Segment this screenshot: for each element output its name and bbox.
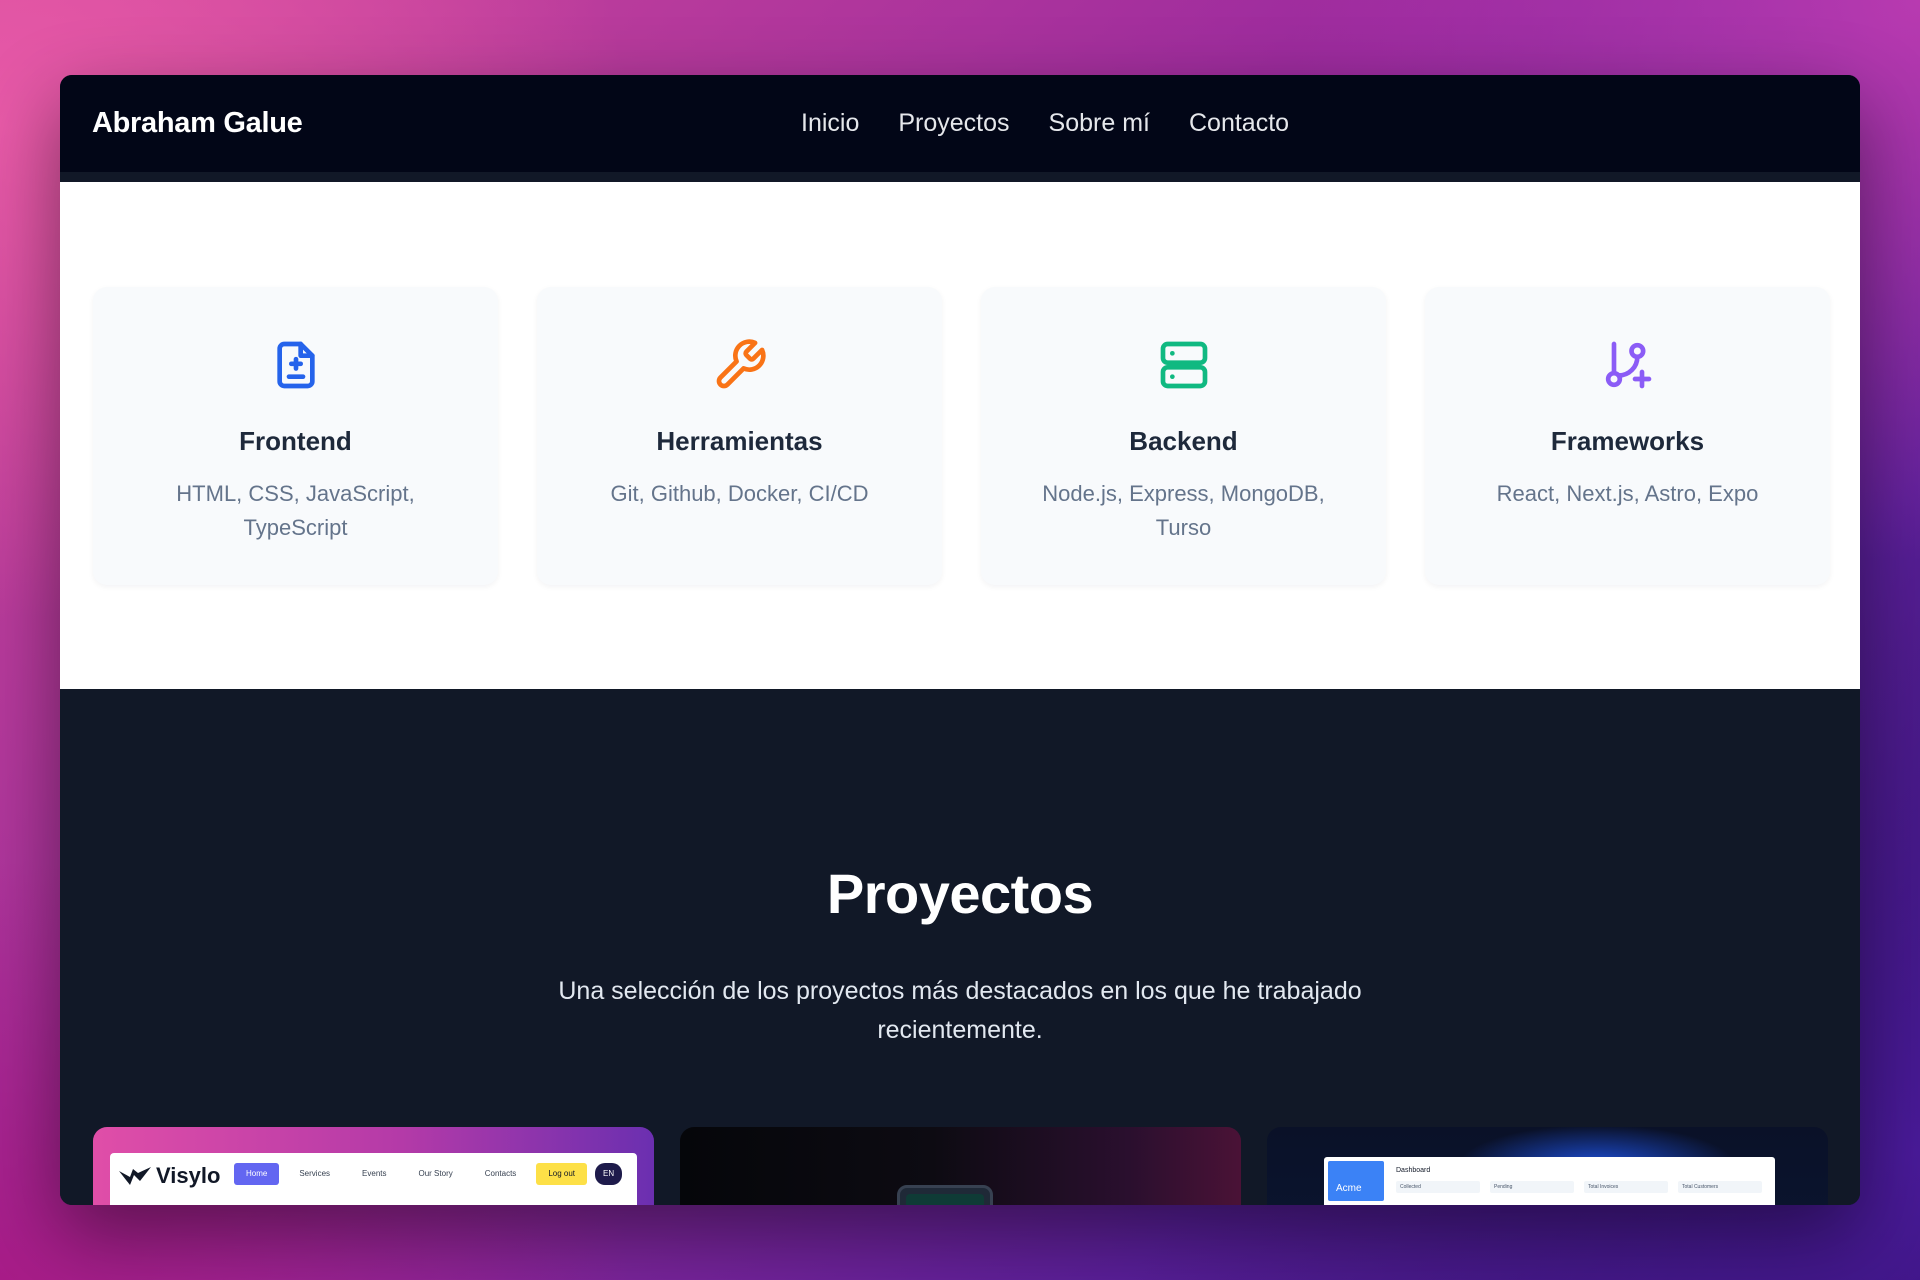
- nav-link-sobre-mi[interactable]: Sobre mí: [1049, 109, 1150, 138]
- project-card-visylo[interactable]: Visylo Home Services Events Our Story Co…: [93, 1127, 654, 1205]
- dashboard-preview-logo: Acme: [1328, 1161, 1384, 1201]
- project-card-mobile-app[interactable]: [680, 1127, 1241, 1205]
- top-navbar: Abraham Galue Inicio Proyectos Sobre mí …: [60, 75, 1860, 182]
- projects-subtitle: Una selección de los proyectos más desta…: [558, 977, 1362, 1044]
- server-icon: [1156, 337, 1212, 393]
- skill-card-herramientas: Herramientas Git, Github, Docker, CI/CD: [537, 287, 942, 585]
- skill-cards: Frontend HTML, CSS, JavaScript, TypeScri…: [93, 287, 1830, 585]
- dashboard-preview-title: Dashboard: [1396, 1167, 1431, 1174]
- preview-menu-logout: Log out: [536, 1163, 588, 1185]
- phone-screen: [906, 1194, 984, 1205]
- nav-link-inicio[interactable]: Inicio: [801, 109, 859, 138]
- preview-menu-services: Services: [299, 1169, 331, 1178]
- skills-section: Frontend HTML, CSS, JavaScript, TypeScri…: [60, 182, 1860, 689]
- nav-link-contacto[interactable]: Contacto: [1189, 109, 1289, 138]
- visylo-preview-navbar: Visylo Home Services Events Our Story Co…: [110, 1153, 637, 1205]
- preview-menu-our-story: Our Story: [418, 1169, 453, 1178]
- dashboard-stat-collected: Collected: [1396, 1181, 1480, 1193]
- document-icon: [268, 337, 324, 393]
- preview-menu-events: Events: [362, 1169, 387, 1178]
- skill-card-title: Herramientas: [656, 426, 823, 456]
- dashboard-preview: Acme Dashboard Collected Pending Total I…: [1324, 1157, 1775, 1205]
- skill-card-description: Node.js, Express, MongoDB, Turso: [1042, 481, 1325, 540]
- skill-card-description: Git, Github, Docker, CI/CD: [610, 481, 869, 506]
- skill-card-title: Frontend: [239, 426, 352, 456]
- preview-menu-language: EN: [595, 1163, 623, 1185]
- dashboard-stat-invoices: Total Invoices: [1584, 1181, 1668, 1193]
- skill-card-frontend: Frontend HTML, CSS, JavaScript, TypeScri…: [93, 287, 498, 585]
- visylo-bird-icon: [119, 1167, 151, 1185]
- skill-card-frameworks: Frameworks React, Next.js, Astro, Expo: [1425, 287, 1830, 585]
- skill-card-description: HTML, CSS, JavaScript, TypeScript: [176, 481, 415, 540]
- preview-menu-home: Home: [234, 1163, 280, 1185]
- projects-title: Proyectos: [826, 862, 1094, 925]
- skill-card-description: React, Next.js, Astro, Expo: [1496, 481, 1759, 506]
- project-card-dashboard[interactable]: Acme Dashboard Collected Pending Total I…: [1267, 1127, 1828, 1205]
- dashboard-preview-cards: Collected Pending Total Invoices Total C…: [1396, 1181, 1762, 1193]
- visylo-preview-menu: Home Services Events Our Story Contacts …: [234, 1163, 623, 1185]
- nav-links: Inicio Proyectos Sobre mí Contacto: [801, 75, 1289, 172]
- phone-mockup: [897, 1185, 993, 1205]
- dashboard-brand: Acme: [1336, 1183, 1362, 1194]
- git-branch-icon: [1600, 337, 1656, 393]
- projects-section: Proyectos Una selección de los proyectos…: [60, 689, 1860, 1205]
- nav-link-proyectos[interactable]: Proyectos: [898, 109, 1009, 138]
- dashboard-stat-pending: Pending: [1490, 1181, 1574, 1193]
- preview-menu-contacts: Contacts: [484, 1169, 517, 1178]
- visylo-logo: Visylo: [118, 1163, 220, 1189]
- skill-card-title: Backend: [1129, 426, 1238, 456]
- dashboard-stat-customers: Total Customers: [1678, 1181, 1762, 1193]
- project-thumbnails: Visylo Home Services Events Our Story Co…: [93, 1127, 1828, 1205]
- skill-card-title: Frameworks: [1550, 426, 1705, 456]
- browser-window: Abraham Galue Inicio Proyectos Sobre mí …: [60, 75, 1860, 1205]
- visylo-logo-text: Visylo: [156, 1163, 221, 1188]
- wrench-icon: [712, 337, 768, 393]
- brand-name[interactable]: Abraham Galue: [92, 75, 303, 172]
- skill-card-backend: Backend Node.js, Express, MongoDB, Turso: [981, 287, 1386, 585]
